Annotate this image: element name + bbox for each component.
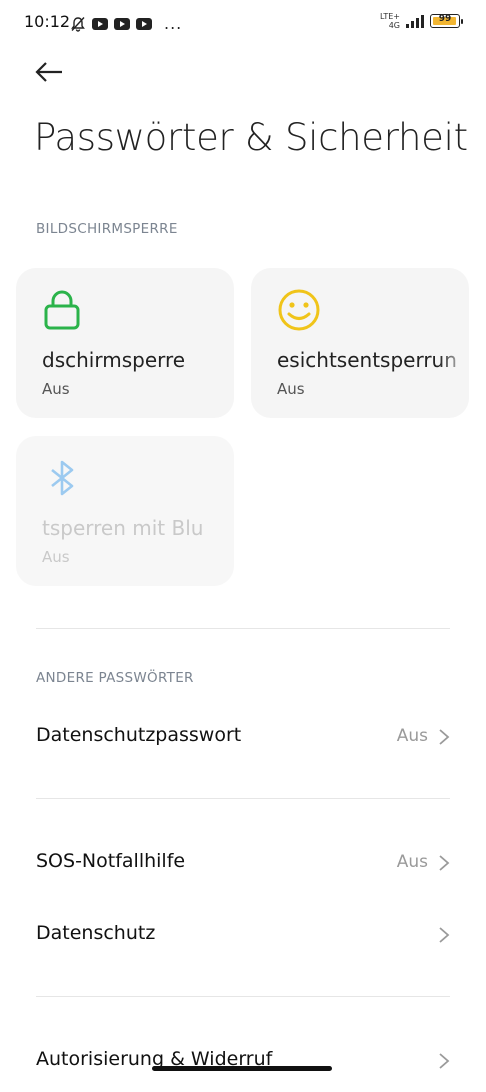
youtube-icon <box>92 17 108 30</box>
authorization-row[interactable]: Autorisierung & Widerruf <box>0 1032 486 1092</box>
screen-lock-label: dschirmsperre <box>42 348 186 372</box>
privacy-password-row[interactable]: Datenschutzpasswort Aus <box>0 708 486 768</box>
privacy-password-value: Aus <box>396 726 428 746</box>
face-unlock-label: esichtsentsperrun <box>277 348 457 372</box>
face-unlock-status: Aus <box>277 380 305 398</box>
chevron-right-icon <box>439 729 450 745</box>
page-title: Passwörter & Sicherheit <box>34 116 468 159</box>
status-bar: 10:12 ... LTE+ 4G 99 <box>0 0 486 44</box>
section-header-screen-lock: BILDSCHIRMSPERRE <box>36 221 178 237</box>
sos-label: SOS-Notfallhilfe <box>36 850 186 872</box>
youtube-icon <box>136 17 152 30</box>
home-indicator[interactable] <box>152 1066 332 1071</box>
back-arrow-icon[interactable] <box>34 58 64 86</box>
notification-icons: ... <box>70 14 182 33</box>
battery-icon: 99 <box>430 14 463 28</box>
smiley-icon <box>278 289 320 331</box>
screen-lock-status: Aus <box>42 380 70 398</box>
system-status: LTE+ 4G 99 <box>380 12 463 30</box>
divider <box>36 798 450 799</box>
privacy-row[interactable]: Datenschutz <box>0 906 486 966</box>
lock-icon <box>44 290 80 330</box>
section-header-other-passwords: ANDERE PASSWÖRTER <box>36 670 194 686</box>
bluetooth-unlock-card[interactable]: tsperren mit Blu Aus <box>16 436 234 586</box>
bluetooth-unlock-label: tsperren mit Blu <box>42 516 204 540</box>
chevron-right-icon <box>439 855 450 871</box>
more-notifications-icon: ... <box>164 14 183 33</box>
chevron-right-icon <box>439 927 450 943</box>
privacy-label: Datenschutz <box>36 922 156 944</box>
status-time: 10:12 <box>24 12 71 31</box>
bluetooth-icon <box>51 460 74 496</box>
divider <box>36 996 450 997</box>
signal-icon <box>406 14 424 28</box>
privacy-password-label: Datenschutzpasswort <box>36 724 242 746</box>
face-unlock-card[interactable]: esichtsentsperrun Aus <box>251 268 469 418</box>
bluetooth-unlock-status: Aus <box>42 548 70 566</box>
sos-row[interactable]: SOS-Notfallhilfe Aus <box>0 834 486 894</box>
battery-level: 99 <box>438 14 452 24</box>
sos-value: Aus <box>396 852 428 872</box>
youtube-icon <box>114 17 130 30</box>
divider <box>36 628 450 629</box>
screen-lock-card[interactable]: dschirmsperre Aus <box>16 268 234 418</box>
chevron-right-icon <box>439 1053 450 1069</box>
bell-off-icon <box>71 16 85 32</box>
network-type: LTE+ 4G <box>380 12 400 30</box>
